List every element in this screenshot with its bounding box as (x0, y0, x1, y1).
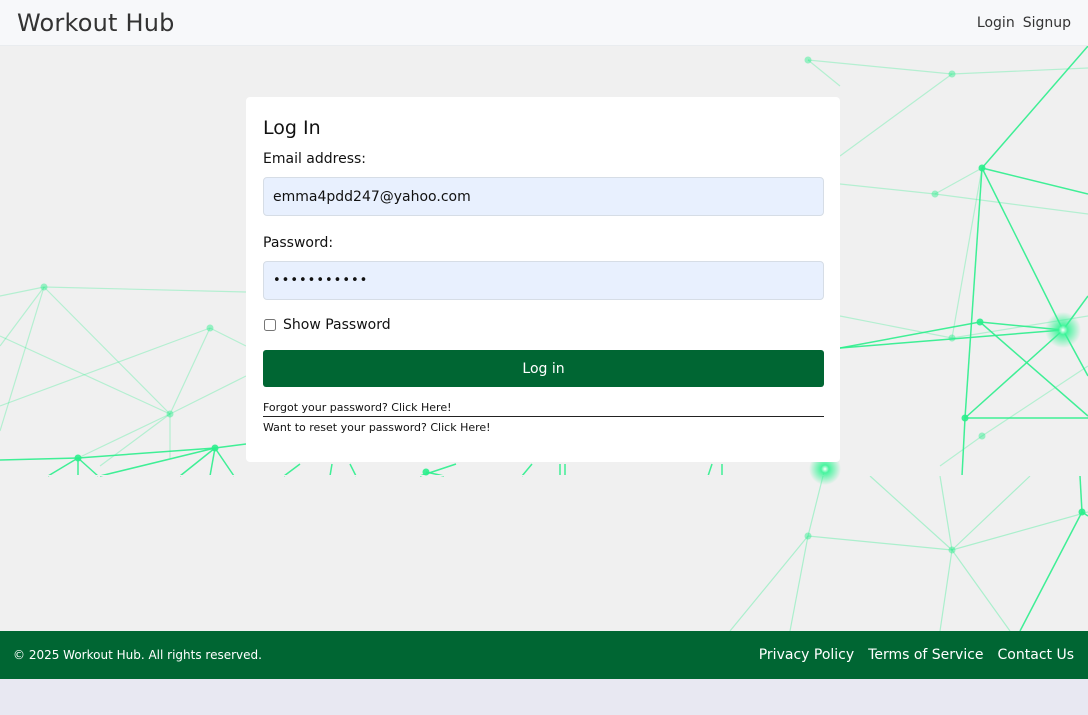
show-password-row: Show Password (263, 317, 823, 333)
login-link[interactable]: Login (977, 15, 1015, 31)
terms-of-service-link[interactable]: Terms of Service (868, 647, 983, 663)
show-password-checkbox[interactable] (264, 319, 276, 331)
privacy-policy-link[interactable]: Privacy Policy (759, 647, 854, 663)
login-button[interactable]: Log in (263, 350, 824, 387)
show-password-label[interactable]: Show Password (283, 317, 391, 333)
email-input[interactable] (263, 177, 824, 216)
brand-title[interactable]: Workout Hub (17, 9, 175, 37)
login-title: Log In (263, 117, 321, 139)
bottom-strip (0, 679, 1088, 715)
contact-us-link[interactable]: Contact Us (998, 647, 1074, 663)
copyright-text: © 2025 Workout Hub. All rights reserved. (13, 648, 262, 662)
login-card: Log In Email address: Password: Show Pas… (246, 97, 840, 462)
reset-password-link[interactable]: Want to reset your password? Click Here! (263, 421, 823, 434)
forgot-password-link[interactable]: Forgot your password? Click Here! (263, 401, 824, 417)
footer-links: Privacy Policy Terms of Service Contact … (759, 647, 1074, 663)
main-content: Log In Email address: Password: Show Pas… (0, 46, 1088, 631)
email-label: Email address: (263, 151, 367, 167)
nav-links: Login Signup (977, 15, 1071, 31)
navbar: Workout Hub Login Signup (0, 0, 1088, 46)
signup-link[interactable]: Signup (1023, 15, 1071, 31)
password-input[interactable] (263, 261, 824, 300)
footer: © 2025 Workout Hub. All rights reserved.… (0, 631, 1088, 679)
password-label: Password: (263, 235, 334, 251)
